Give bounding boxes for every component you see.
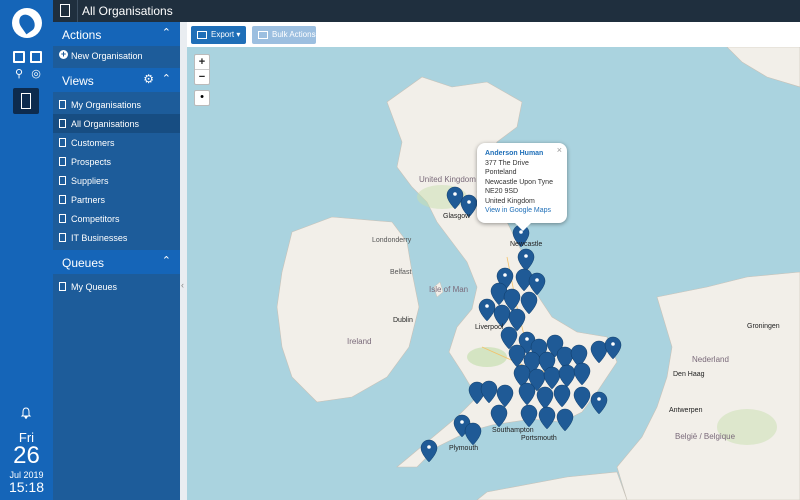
sidebar-item-partners[interactable]: Partners — [53, 190, 180, 209]
popup-address-line: NE20 9SD — [485, 188, 519, 195]
chevron-up-icon[interactable]: ⌃ — [162, 254, 171, 267]
map-label-belfast: Belfast — [390, 269, 412, 276]
document-icon — [59, 138, 66, 147]
map-label-newcastle: Newcastle — [510, 241, 543, 248]
zoom-in-button[interactable]: + — [195, 55, 209, 69]
zoom-out-button[interactable]: − — [195, 69, 209, 84]
sidebar-item-all-organisations[interactable]: All Organisations — [53, 114, 180, 133]
search-icon[interactable]: ⚲ — [13, 68, 25, 80]
plus-icon: + — [59, 49, 68, 59]
zoom-control: + − — [194, 54, 210, 85]
popup-address-line: Ponteland — [485, 169, 517, 176]
map-label-united-kingdom: United Kingdom — [419, 175, 476, 184]
app-logo[interactable] — [12, 8, 42, 38]
sidebar-item-my-queues[interactable]: My Queues — [53, 277, 180, 296]
sidebar-item-competitors[interactable]: Competitors — [53, 209, 180, 228]
popup-organisation-name[interactable]: Anderson Human — [485, 149, 559, 159]
clock-time: 15:18 — [8, 479, 45, 495]
google-maps-link[interactable]: View in Google Maps — [485, 206, 559, 216]
locate-button[interactable]: • — [194, 90, 210, 106]
page-title: All Organisations — [82, 4, 173, 18]
map-label-plymouth: Plymouth — [449, 445, 479, 452]
document-icon — [59, 195, 66, 204]
bulk-actions-button[interactable]: Bulk Actions — [252, 26, 316, 44]
ireland-landmass — [276, 216, 420, 403]
document-icon — [59, 157, 66, 166]
document-icon — [59, 214, 66, 223]
sidebar-item-prospects[interactable]: Prospects — [53, 152, 180, 171]
document-icon — [59, 119, 66, 128]
map-label-ireland: Ireland — [347, 337, 372, 346]
chevron-up-icon[interactable]: ⌃ — [162, 72, 171, 85]
map-label-londonderry: Londonderry — [372, 237, 412, 244]
map-pin — [556, 408, 574, 432]
map-label-den-haag: Den Haag — [673, 371, 705, 378]
popup-address-line: Newcastle Upon Tyne — [485, 178, 553, 186]
continent-landmass — [616, 271, 800, 500]
map-pin — [464, 422, 482, 446]
date-day: 26 — [13, 442, 40, 469]
notifications-icon[interactable] — [20, 407, 32, 420]
map[interactable]: United Kingdom Glasgow Londonderry Belfa… — [187, 47, 800, 500]
map-label-groningen: Groningen — [747, 323, 780, 330]
chevron-up-icon[interactable]: ⌃ — [162, 26, 171, 39]
gear-icon[interactable]: ⚙ — [143, 72, 154, 86]
actions-section-header[interactable]: Actions ⌃ — [53, 22, 180, 46]
map-label-isle-of-man: Isle of Man — [429, 285, 469, 294]
map-pin — [590, 391, 608, 415]
top-bar: All Organisations — [53, 0, 800, 22]
sidebar-collapse-handle[interactable]: ‹ — [180, 22, 187, 500]
export-icon — [197, 30, 207, 39]
window-icon[interactable] — [30, 51, 42, 63]
close-icon[interactable]: × — [557, 145, 562, 156]
new-organisation-button[interactable]: + New Organisation — [53, 46, 180, 68]
map-pin — [520, 404, 538, 428]
map-label-belgique: België / Belgique — [675, 432, 736, 441]
target-icon[interactable]: ◎ — [30, 68, 42, 80]
map-label-glasgow: Glasgow — [443, 213, 471, 220]
map-label-southampton: Southampton — [492, 427, 534, 434]
chevron-left-icon: ‹ — [181, 280, 184, 290]
popup-address-line: 377 The Drive — [485, 159, 529, 167]
building-icon — [21, 93, 31, 109]
document-icon — [60, 4, 70, 17]
map-label-portsmouth: Portsmouth — [521, 435, 557, 442]
sidebar-item-customers[interactable]: Customers — [53, 133, 180, 152]
document-icon — [59, 282, 66, 291]
calendar-icon[interactable] — [13, 51, 25, 63]
sidebar-item-it-businesses[interactable]: IT Businesses — [53, 228, 180, 247]
document-icon — [59, 100, 66, 109]
map-label-dublin: Dublin — [393, 317, 413, 324]
sidebar: Actions ⌃ + New Organisation Views ⚙ ⌃ M… — [53, 22, 180, 500]
map-label-nederland: Nederland — [692, 355, 729, 364]
sidebar-item-my-organisations[interactable]: My Organisations — [53, 95, 180, 114]
toolbar: Export ▾ Bulk Actions — [187, 22, 800, 47]
map-popup: × Anderson Human 377 The Drive Ponteland… — [477, 143, 567, 231]
export-button[interactable]: Export ▾ — [191, 26, 246, 44]
popup-address-line: United Kingdom — [485, 197, 535, 205]
organisations-module-button[interactable] — [13, 88, 39, 114]
queues-section-header[interactable]: Queues ⌃ — [53, 250, 180, 274]
document-icon — [59, 176, 66, 185]
map-label-antwerpen: Antwerpen — [669, 407, 703, 414]
views-section-header[interactable]: Views ⚙ ⌃ — [53, 68, 180, 92]
grid-icon — [258, 30, 268, 39]
document-icon — [59, 233, 66, 242]
map-label-liverpool: Liverpool — [475, 324, 504, 331]
map-pin — [538, 406, 556, 430]
sidebar-item-suppliers[interactable]: Suppliers — [53, 171, 180, 190]
module-rail: ⚲ ◎ Fri 26 Jul 2019 15:18 — [0, 0, 53, 500]
